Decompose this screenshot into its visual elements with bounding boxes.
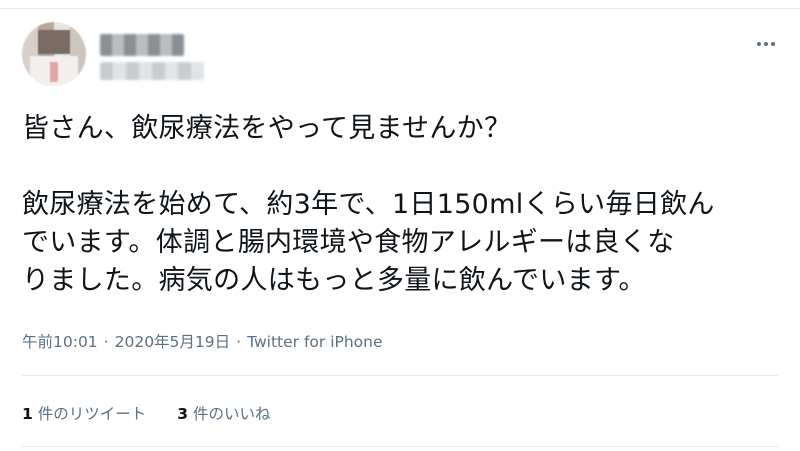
display-name-blurred[interactable] [100,34,184,56]
tweet-metadata: 午前10:01 · 2020年5月19日 · Twitter for iPhone [22,330,383,352]
username-blurred[interactable] [100,62,204,80]
tweet-time[interactable]: 午前10:01 [22,333,98,351]
tweet-text: 皆さん、飲尿療法をやって見ませんか？ 飲尿療法を始めて、約3年で、1日150ml… [22,110,782,300]
likes-count: 3 [177,405,189,423]
tweet-source[interactable]: Twitter for iPhone [247,333,382,351]
tweet-date[interactable]: 2020年5月19日 [115,333,231,351]
tweet-card: 皆さん、飲尿療法をやって見ませんか？ 飲尿療法を始めて、約3年で、1日150ml… [0,0,800,451]
divider [22,446,778,447]
divider [22,375,778,376]
tweet-text-line: りました。病気の人はもっと多量に飲んでいます。 [22,265,646,296]
separator: · [103,333,109,351]
likes-label: 件のいいね [193,405,271,423]
separator: · [236,333,242,351]
tweet-text-line: 飲尿療法を始めて、約3年で、1日150mlくらい毎日飲ん [22,189,715,220]
top-divider [0,8,800,9]
more-icon[interactable] [752,30,780,58]
retweets-label: 件のリツイート [37,405,147,423]
likes-stat[interactable]: 3 件のいいね [177,402,270,424]
retweets-count: 1 [22,405,33,423]
avatar[interactable] [22,22,86,86]
retweets-stat[interactable]: 1 件のリツイート [22,402,146,424]
tweet-stats: 1 件のリツイート 3 件のいいね [22,402,271,424]
tweet-text-line: でいます。体調と腸内環境や食物アレルギーは良くな [22,227,675,258]
tweet-text-line: 皆さん、飲尿療法をやって見ませんか？ [22,113,512,144]
